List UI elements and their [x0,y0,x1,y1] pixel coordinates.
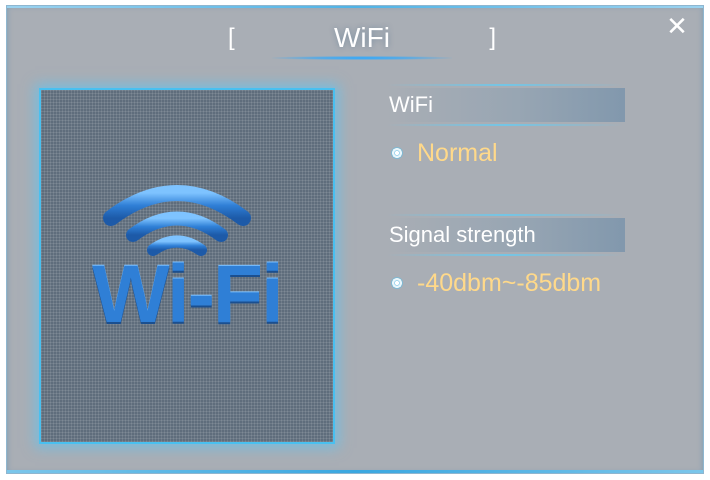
wifi-logo-text: Wi-Fi [92,249,284,340]
wifi-dialog: [ WiFi ] ✕ Wi-Fi WiFi Normal Signal stre… [6,5,704,474]
dialog-title: WiFi [334,22,390,53]
close-icon: ✕ [666,11,688,41]
bottom-border-glow [7,470,703,473]
wifi-status-label: WiFi [387,88,625,122]
section-divider [387,214,623,216]
wifi-status-value: Normal [417,139,498,167]
section-divider [387,254,623,256]
section-divider [387,124,623,126]
title-bar: [ WiFi ] [222,18,502,66]
wifi-image-panel: Wi-Fi [39,88,335,444]
signal-strength-value: -40dbm~-85dbm [417,269,602,297]
section-divider [387,84,623,86]
bullet-icon [391,147,403,159]
top-border-glow [7,6,703,8]
title-underline-glow [272,56,452,60]
signal-strength-label: Signal strength [387,218,625,252]
close-button[interactable]: ✕ [665,11,689,41]
title-bracket-right: ] [489,24,496,51]
bullet-icon [391,277,403,289]
